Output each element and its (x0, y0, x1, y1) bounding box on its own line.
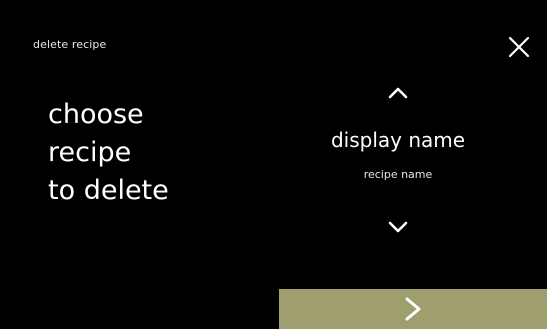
recipe-name[interactable]: recipe name (280, 168, 516, 181)
instruction-text: choose recipe to delete (48, 96, 268, 210)
instruction-line-2: recipe (48, 137, 132, 168)
chevron-right-icon (405, 297, 421, 321)
chevron-up-icon (388, 87, 408, 99)
close-icon (508, 36, 530, 58)
screen-title: delete recipe (33, 38, 107, 51)
close-button[interactable] (502, 30, 536, 64)
chevron-down-icon (388, 221, 408, 233)
next-button[interactable] (279, 289, 547, 329)
next-recipe-button[interactable] (380, 214, 416, 240)
recipe-display-name[interactable]: display name (280, 128, 516, 152)
previous-recipe-button[interactable] (380, 80, 416, 106)
instruction-line-3: to delete (48, 175, 169, 206)
instruction-line-1: choose (48, 99, 144, 130)
